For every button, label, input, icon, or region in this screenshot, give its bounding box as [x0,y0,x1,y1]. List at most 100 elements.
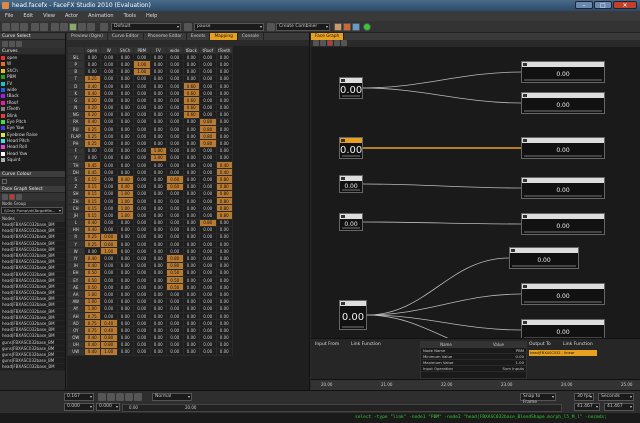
mapping-cell[interactable]: 0.00 [215,89,233,98]
mapping-cell[interactable]: 0.00 [133,211,151,220]
mapping-cell[interactable]: 0.00 [182,225,200,234]
tool-b-icon[interactable] [343,23,351,31]
mapping-cell[interactable]: 0.00 [182,153,200,163]
mapping-cell[interactable]: 0.00 [182,290,200,299]
mapping-cell[interactable]: 0.00 [166,146,184,155]
mapping-cell[interactable]: 0.00 [133,53,151,62]
redo-icon[interactable] [40,23,48,31]
mapping-cell[interactable]: 0.00 [133,182,151,191]
mapping-cell[interactable]: 1.00 [116,189,134,198]
mapping-cell[interactable]: 0.00 [100,67,118,76]
mapping-cell[interactable]: 1.00 [149,153,167,163]
mapping-cell[interactable]: 0.00 [166,211,184,220]
mapping-cell[interactable]: 0.00 [116,168,134,177]
mapping-cell[interactable]: 0.00 [166,304,184,313]
mapping-cell[interactable]: 0.00 [199,196,217,206]
mapping-cell[interactable]: 0.00 [116,81,134,91]
mapping-cell[interactable]: 0.00 [215,117,233,127]
mapping-cell[interactable]: 0.00 [166,189,184,198]
mapping-cell[interactable]: 0.20 [83,96,101,105]
mapping-cell[interactable]: 0.00 [199,204,217,213]
mapping-cell[interactable]: 0.00 [215,232,233,242]
mapping-cell[interactable]: 0.80 [215,204,233,213]
mapping-cell[interactable]: 0.00 [166,125,184,134]
mapping-cell[interactable]: 0.00 [116,139,134,148]
mapping-cell[interactable]: 0.00 [116,283,134,292]
open-icon[interactable] [11,23,19,31]
mapping-cell[interactable]: 0.00 [182,53,200,62]
mapping-cell[interactable]: 0.80 [215,175,233,184]
mapping-cell[interactable]: 0.60 [166,175,184,184]
mapping-cell[interactable]: 0.00 [133,240,151,249]
grid-icon[interactable] [87,23,95,31]
mapping-cell[interactable]: 0.00 [133,311,151,321]
mapping-cell[interactable]: 0.40 [83,261,101,270]
graph-node-out-3[interactable]: 0.00 [521,177,605,199]
mapping-cell[interactable]: 0.00 [199,110,217,119]
mapping-cell[interactable]: 0.00 [133,232,151,242]
mapping-cell[interactable]: 0.00 [116,89,134,98]
mapping-cell[interactable]: 0.00 [215,96,233,105]
remove-curve-icon[interactable] [9,41,15,47]
mapping-cell[interactable]: 0.00 [149,168,167,177]
mapping-cell[interactable]: 0.15 [83,211,101,220]
mapping-cell[interactable]: 0.00 [149,53,167,62]
mapping-cell[interactable]: 0.00 [182,268,200,278]
mapping-cell[interactable]: 0.00 [133,168,151,177]
mapping-cell[interactable]: 0.00 [100,146,118,155]
mapping-cell[interactable]: 0.60 [182,110,200,119]
mapping-cell[interactable]: 1.00 [83,290,101,299]
mapping-cell[interactable]: 0.00 [215,347,233,357]
mapping-cell[interactable]: 0.00 [199,347,217,357]
mapping-cell[interactable]: 0.00 [100,160,118,170]
mapping-cell[interactable]: 0.00 [100,304,118,313]
mapping-cell[interactable]: 0.00 [215,225,233,234]
mapping-cell[interactable]: 0.00 [199,153,217,163]
tab-events[interactable]: Events [187,33,211,40]
mapping-cell[interactable]: 0.00 [199,333,217,342]
mapping-cell[interactable]: 0.00 [199,89,217,98]
mapping-cell[interactable]: 0.50 [83,268,101,278]
face-icon[interactable] [78,23,86,31]
mapping-cell[interactable]: 0.00 [199,53,217,62]
mapping-cell[interactable]: 0.00 [100,89,118,98]
mapping-cell[interactable]: 0.00 [116,268,134,278]
mapping-cell[interactable]: 0.00 [182,218,200,227]
mapping-cell[interactable]: 1.00 [83,304,101,313]
mapping-cell[interactable]: 0.00 [149,196,167,206]
mapping-cell[interactable]: 0.00 [100,218,118,227]
mapping-cell[interactable]: 0.15 [83,182,101,191]
mapping-cell[interactable]: 0.00 [149,125,167,134]
mapping-cell[interactable]: 0.00 [182,347,200,357]
node-slider[interactable] [524,231,602,233]
mapping-cell[interactable]: 0.00 [166,110,184,119]
graph-node-out-6[interactable]: 0.00 [521,283,605,305]
play-back-icon[interactable] [107,393,115,401]
mapping-cell[interactable]: 0.00 [182,117,200,127]
mapping-cell[interactable]: 0.00 [166,232,184,242]
mapping-cell[interactable]: 0.00 [166,196,184,206]
mapping-cell[interactable]: 0.00 [149,60,167,69]
mapping-cell[interactable]: 0.00 [199,304,217,313]
mapping-cell[interactable]: 0.00 [215,146,233,155]
combiner-icon[interactable] [267,23,275,31]
mapping-cell[interactable]: 0.00 [133,117,151,127]
mapping-cell[interactable]: 0.00 [199,67,217,76]
graph-node-out-1[interactable]: 0.00 [521,92,605,114]
mapping-cell[interactable]: 0.00 [133,189,151,198]
mapping-cell[interactable]: 0.50 [166,268,184,278]
mapping-cell[interactable]: 0.00 [166,60,184,69]
mapping-cell[interactable]: 0.00 [166,89,184,98]
mapping-cell[interactable]: 0.00 [100,189,118,198]
mapping-cell[interactable]: 0.00 [149,96,167,105]
mapping-cell[interactable]: 0.00 [149,340,167,349]
mapping-cell[interactable]: 0.00 [133,125,151,134]
mapping-cell[interactable]: 0.00 [100,60,118,69]
mapping-cell[interactable]: 0.00 [149,283,167,292]
mapping-cell[interactable]: 0.00 [100,103,118,112]
mapping-cell[interactable]: 0.00 [182,196,200,206]
mapping-cell[interactable]: 0.00 [166,117,184,127]
mapping-cell[interactable]: 0.00 [100,132,118,141]
mapping-cell[interactable]: 0.60 [182,96,200,105]
mapping-cell[interactable]: 0.00 [83,146,101,155]
